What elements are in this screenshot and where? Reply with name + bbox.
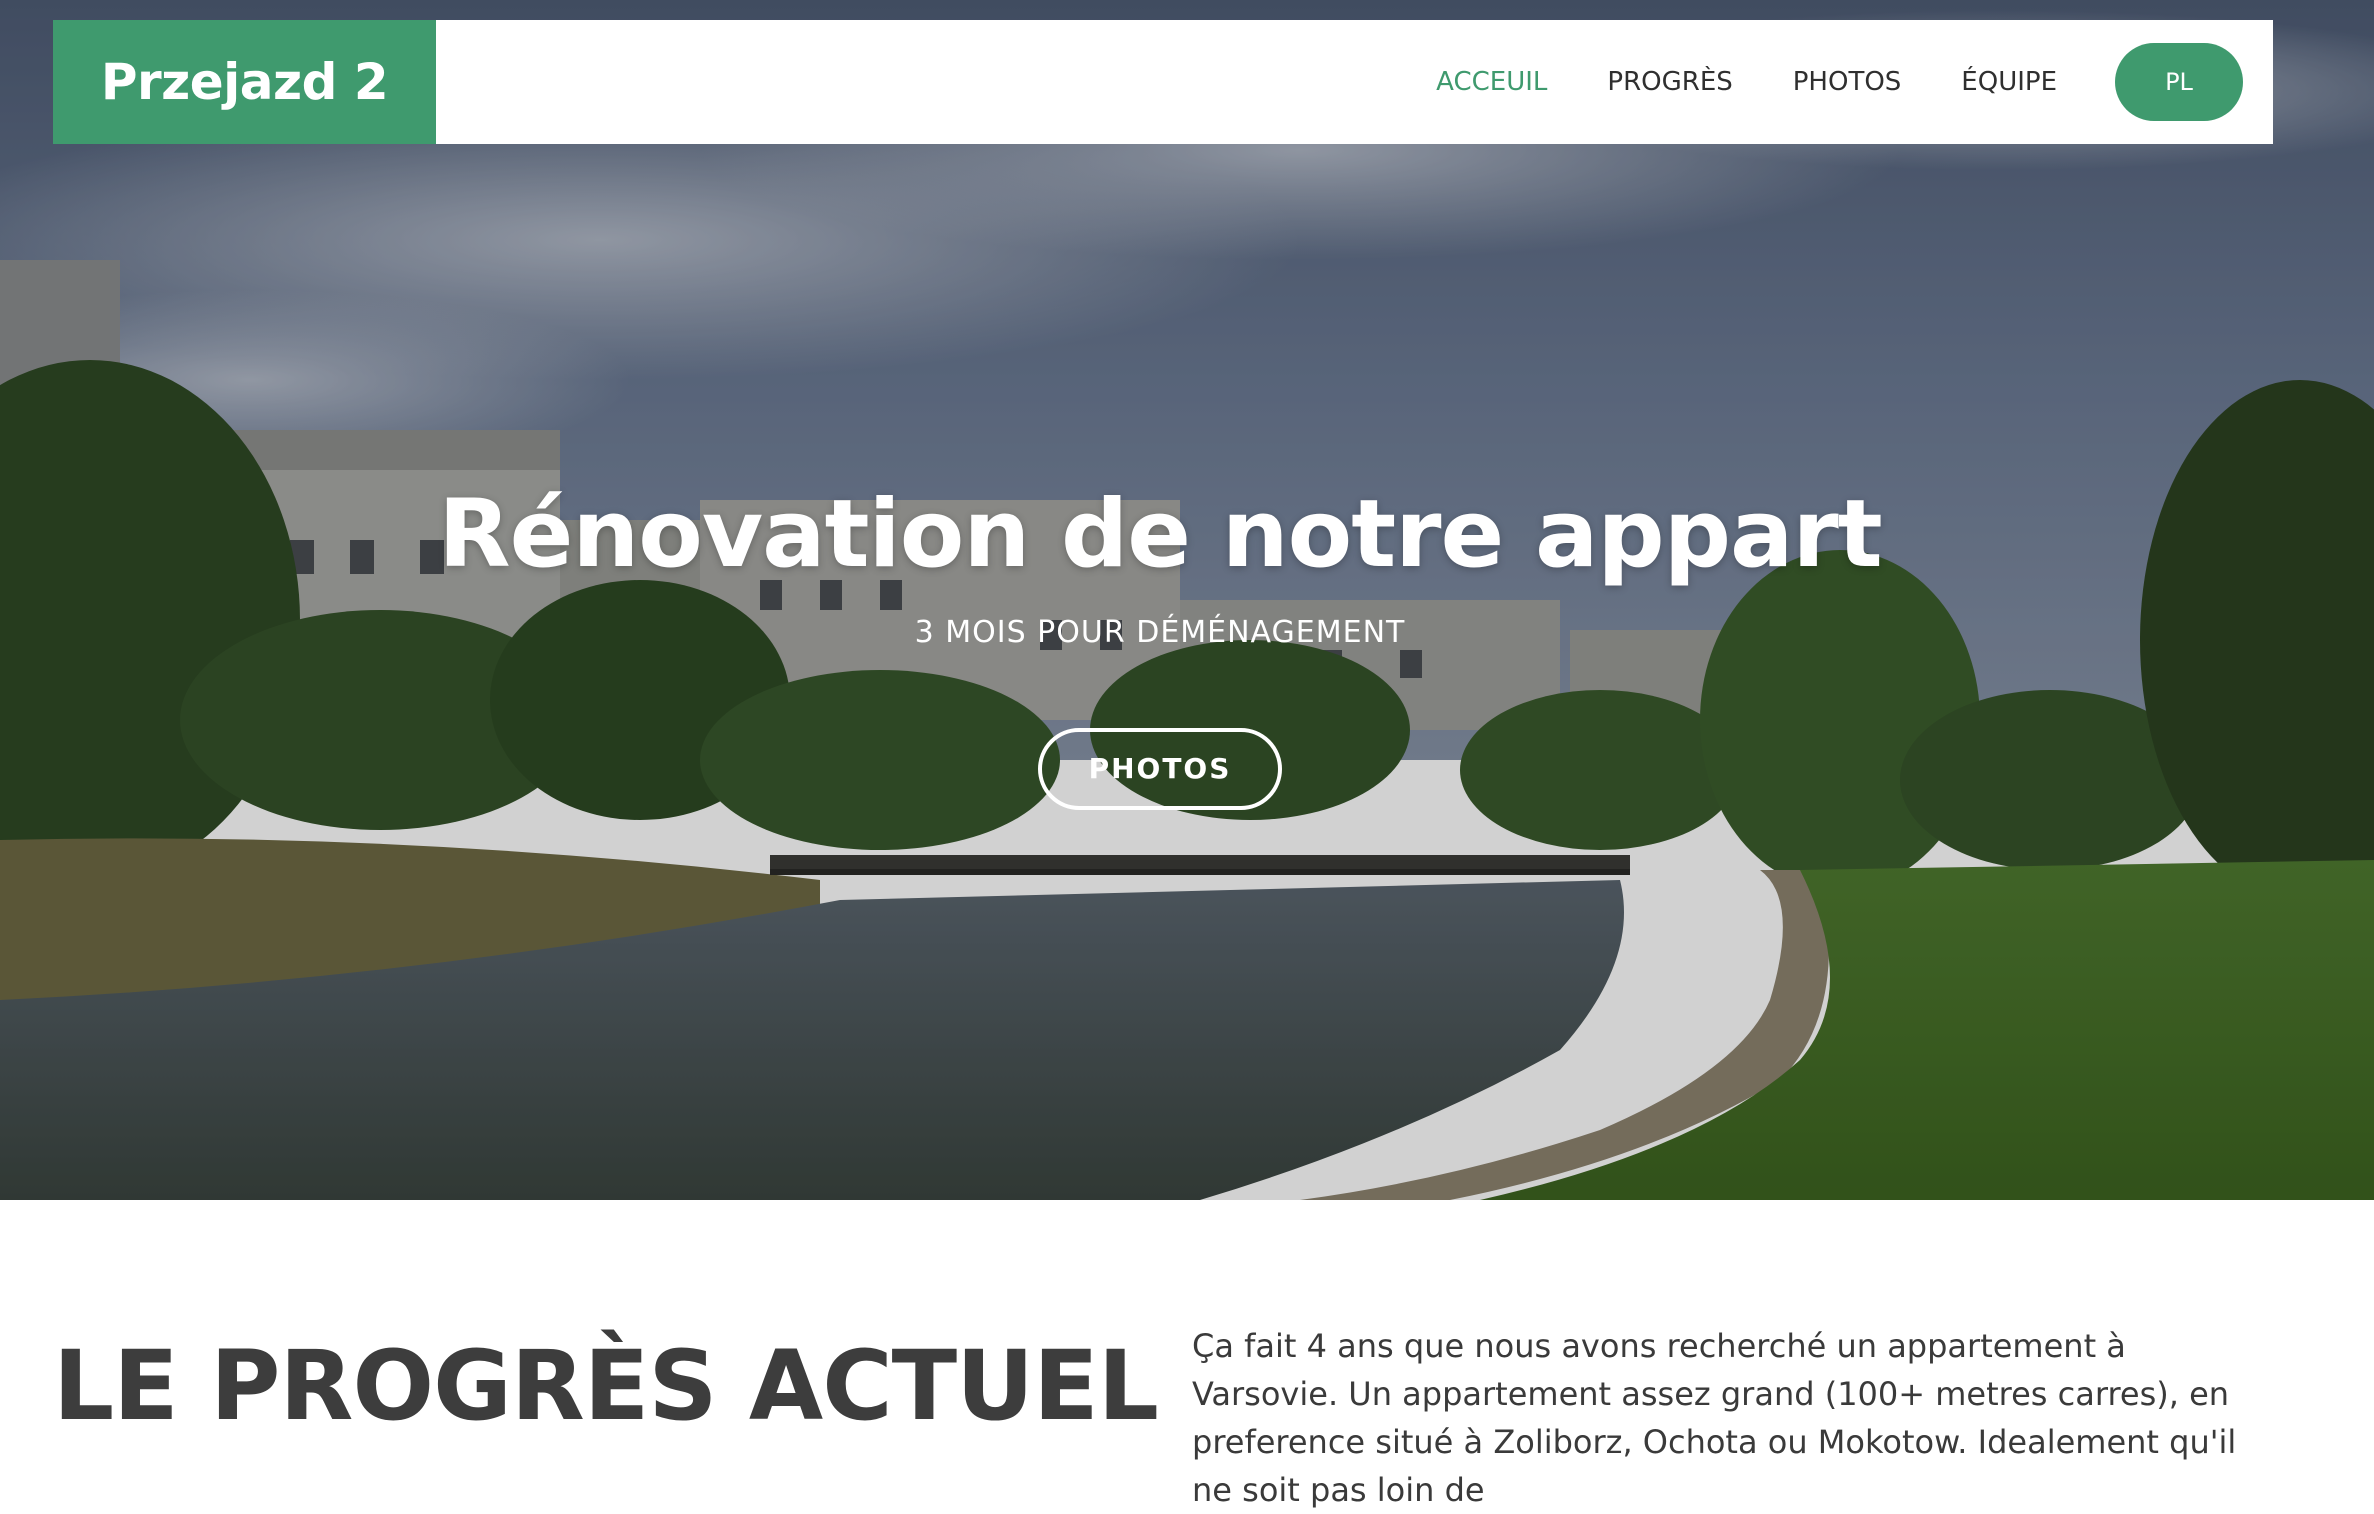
- section-title: LE PROGRÈS ACTUEL: [53, 1330, 1159, 1442]
- navbar: Przejazd 2 ACCEUIL PROGRÈS PHOTOS ÉQUIPE…: [53, 20, 2273, 144]
- progress-section: LE PROGRÈS ACTUEL Ça fait 4 ans que nous…: [0, 1200, 2374, 1509]
- brand-name: Przejazd 2: [100, 53, 389, 111]
- hero-content: Rénovation de notre appart 3 MOIS POUR D…: [0, 480, 2320, 810]
- hero-section: Przejazd 2 ACCEUIL PROGRÈS PHOTOS ÉQUIPE…: [0, 0, 2374, 1200]
- nav-link-accueil[interactable]: ACCEUIL: [1436, 67, 1547, 97]
- section-paragraph: Ça fait 4 ans que nous avons recherché u…: [1192, 1327, 2237, 1509]
- nav-links: ACCEUIL PROGRÈS PHOTOS ÉQUIPE PL: [1376, 43, 2273, 121]
- hero-title: Rénovation de notre appart: [438, 480, 1882, 589]
- nav-link-equipe[interactable]: ÉQUIPE: [1961, 67, 2057, 97]
- nav-link-photos[interactable]: PHOTOS: [1793, 67, 1902, 97]
- brand-logo[interactable]: Przejazd 2: [53, 20, 436, 144]
- nav-link-progres[interactable]: PROGRÈS: [1607, 67, 1732, 97]
- hero-subtitle: 3 MOIS POUR DÉMÉNAGEMENT: [914, 615, 1406, 650]
- language-switch-button[interactable]: PL: [2115, 43, 2243, 121]
- hero-photos-button[interactable]: PHOTOS: [1038, 728, 1282, 810]
